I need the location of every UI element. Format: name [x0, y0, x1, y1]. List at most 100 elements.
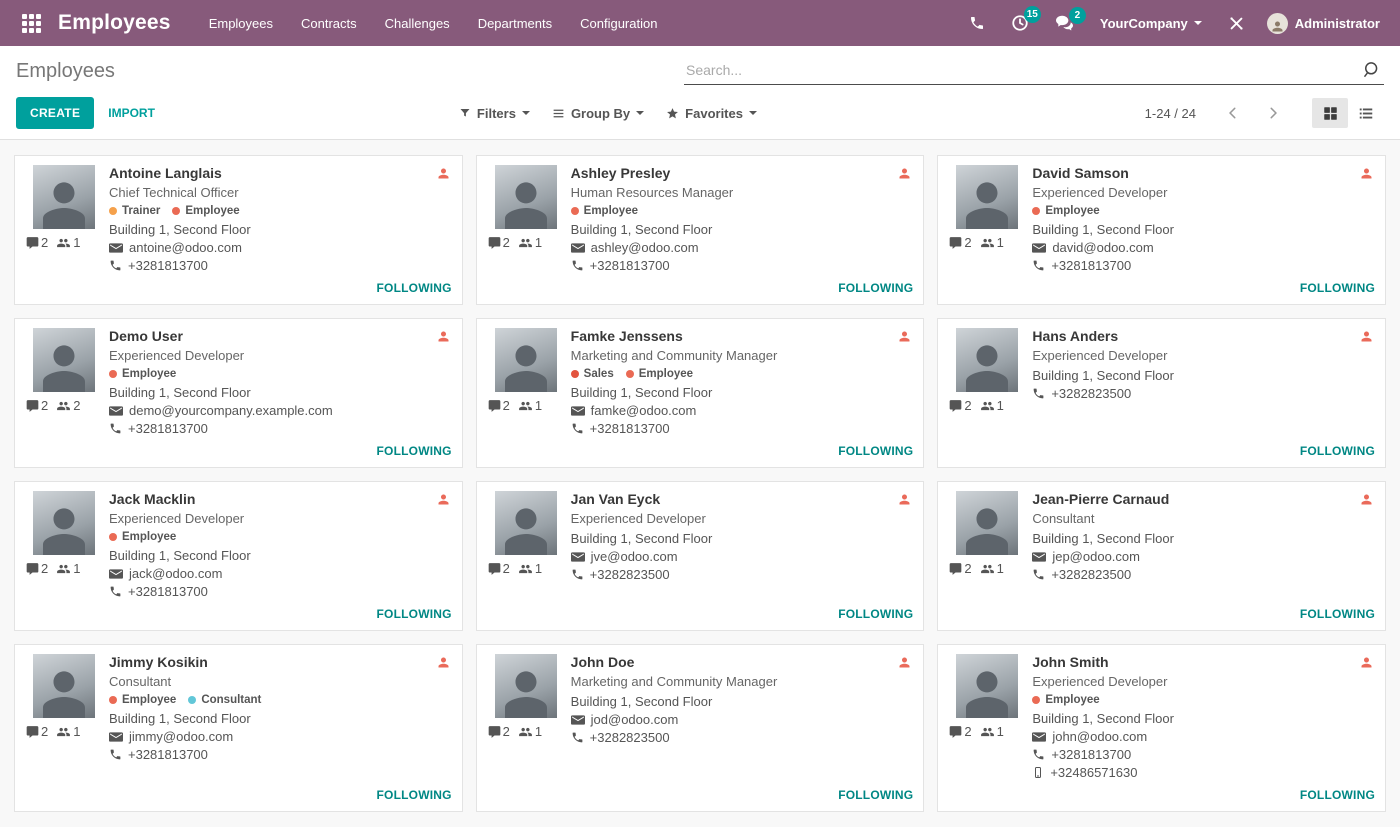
following-button[interactable]: FOLLOWING [838, 607, 913, 621]
email-address[interactable]: demo@yourcompany.example.com [129, 403, 333, 418]
employee-card[interactable]: 2 1 Jean-Pierre Carnaud Consultant [937, 481, 1386, 631]
phone-number[interactable]: +3281813700 [128, 258, 208, 273]
search-icon[interactable] [1362, 60, 1382, 80]
phone-number[interactable]: +3281813700 [128, 747, 208, 762]
company-switcher[interactable]: YourCompany [1090, 8, 1212, 39]
employee-card[interactable]: 2 1 Antoine Langlais Chief Technical Off… [14, 155, 463, 305]
hr-presence-button[interactable] [435, 654, 452, 671]
email-address[interactable]: john@odoo.com [1052, 729, 1147, 744]
voip-phone-button[interactable] [959, 7, 995, 39]
email-address[interactable]: david@odoo.com [1052, 240, 1153, 255]
following-button[interactable]: FOLLOWING [1300, 788, 1375, 802]
phone-number[interactable]: +3281813700 [1051, 747, 1131, 762]
employee-card[interactable]: 2 1 John Smith Experienced Developer Emp [937, 644, 1386, 812]
kanban-view-button[interactable] [1312, 98, 1348, 128]
messages-button[interactable]: 2 [1045, 7, 1084, 40]
menu-configuration[interactable]: Configuration [568, 2, 669, 45]
phone-number[interactable]: +3282823500 [590, 730, 670, 745]
hr-presence-button[interactable] [435, 165, 452, 182]
email-address[interactable]: antoine@odoo.com [129, 240, 242, 255]
following-button[interactable]: FOLLOWING [838, 788, 913, 802]
employee-card[interactable]: 2 1 Jack Macklin Experienced Developer E [14, 481, 463, 631]
employee-name[interactable]: John Doe [571, 654, 635, 670]
hr-presence-button[interactable] [896, 165, 913, 182]
menu-departments[interactable]: Departments [466, 2, 564, 45]
phone-number[interactable]: +3282823500 [590, 567, 670, 582]
search-input[interactable] [686, 62, 1362, 78]
employee-card[interactable]: 2 1 Hans Anders Experienced Developer [937, 318, 1386, 468]
employee-name[interactable]: Hans Anders [1032, 328, 1118, 344]
employee-name[interactable]: Famke Jenssens [571, 328, 683, 344]
pager-next-button[interactable] [1256, 102, 1290, 124]
following-button[interactable]: FOLLOWING [838, 444, 913, 458]
following-button[interactable]: FOLLOWING [377, 788, 452, 802]
app-name[interactable]: Employees [58, 11, 171, 35]
employee-name[interactable]: Antoine Langlais [109, 165, 222, 181]
following-button[interactable]: FOLLOWING [1300, 607, 1375, 621]
email-address[interactable]: ashley@odoo.com [591, 240, 699, 255]
hr-presence-button[interactable] [1358, 328, 1375, 345]
hr-presence-button[interactable] [1358, 491, 1375, 508]
phone-number[interactable]: +3281813700 [590, 258, 670, 273]
phone-number[interactable]: +3282823500 [1051, 386, 1131, 401]
email-address[interactable]: famke@odoo.com [591, 403, 697, 418]
menu-contracts[interactable]: Contracts [289, 2, 369, 45]
email-address[interactable]: jve@odoo.com [591, 549, 678, 564]
mobile-number[interactable]: +32486571630 [1050, 765, 1137, 780]
employee-name[interactable]: Jimmy Kosikin [109, 654, 208, 670]
employee-name[interactable]: Jean-Pierre Carnaud [1032, 491, 1169, 507]
phone-number[interactable]: +3281813700 [128, 421, 208, 436]
employee-card[interactable]: 2 1 Jan Van Eyck Experienced Developer [476, 481, 925, 631]
following-button[interactable]: FOLLOWING [838, 281, 913, 295]
phone-number[interactable]: +3282823500 [1051, 567, 1131, 582]
phone-row: +3281813700 [571, 421, 914, 436]
following-button[interactable]: FOLLOWING [377, 444, 452, 458]
apps-menu-icon[interactable] [14, 6, 48, 40]
employee-card[interactable]: 2 1 Jimmy Kosikin Consultant EmployeeCon [14, 644, 463, 812]
following-button[interactable]: FOLLOWING [1300, 444, 1375, 458]
pager-previous-button[interactable] [1216, 102, 1250, 124]
email-address[interactable]: jack@odoo.com [129, 566, 222, 581]
group-by-dropdown[interactable]: Group By [552, 106, 644, 121]
employee-card[interactable]: 2 2 Demo User Experienced Developer Empl [14, 318, 463, 468]
following-button[interactable]: FOLLOWING [1300, 281, 1375, 295]
email-address[interactable]: jep@odoo.com [1052, 549, 1140, 564]
employee-name[interactable]: Jack Macklin [109, 491, 195, 507]
employee-card[interactable]: 2 1 David Samson Experienced Developer E [937, 155, 1386, 305]
phone-row: +3281813700 [571, 258, 914, 273]
employee-name[interactable]: Demo User [109, 328, 183, 344]
activities-button[interactable]: 15 [1001, 6, 1039, 40]
following-button[interactable]: FOLLOWING [377, 607, 452, 621]
email-address[interactable]: jod@odoo.com [591, 712, 679, 727]
hr-presence-button[interactable] [435, 328, 452, 345]
menu-challenges[interactable]: Challenges [373, 2, 462, 45]
import-button[interactable]: IMPORT [94, 97, 169, 129]
favorites-dropdown[interactable]: Favorites [666, 106, 757, 121]
hr-presence-button[interactable] [1358, 654, 1375, 671]
menu-employees[interactable]: Employees [197, 2, 285, 45]
debug-tools-button[interactable] [1218, 7, 1255, 40]
employee-name[interactable]: Ashley Presley [571, 165, 671, 181]
employee-name[interactable]: Jan Van Eyck [571, 491, 661, 507]
email-address[interactable]: jimmy@odoo.com [129, 729, 233, 744]
employee-name[interactable]: David Samson [1032, 165, 1128, 181]
filters-dropdown[interactable]: Filters [459, 106, 530, 121]
phone-number[interactable]: +3281813700 [590, 421, 670, 436]
tag: Employee [109, 694, 176, 706]
hr-presence-button[interactable] [1358, 165, 1375, 182]
following-button[interactable]: FOLLOWING [377, 281, 452, 295]
employee-card[interactable]: 2 1 John Doe Marketing and Community Man… [476, 644, 925, 812]
hr-presence-button[interactable] [896, 491, 913, 508]
hr-presence-button[interactable] [896, 328, 913, 345]
hr-presence-button[interactable] [896, 654, 913, 671]
employee-name[interactable]: John Smith [1032, 654, 1108, 670]
hr-presence-button[interactable] [435, 491, 452, 508]
list-view-button[interactable] [1348, 98, 1384, 128]
create-button[interactable]: CREATE [16, 97, 94, 129]
user-menu[interactable]: Administrator [1261, 7, 1386, 40]
phone-number[interactable]: +3281813700 [128, 584, 208, 599]
breadcrumb[interactable]: Employees [16, 60, 115, 83]
employee-card[interactable]: 2 1 Famke Jenssens Marketing and Communi… [476, 318, 925, 468]
employee-card[interactable]: 2 1 Ashley Presley Human Resources Manag… [476, 155, 925, 305]
phone-number[interactable]: +3281813700 [1051, 258, 1131, 273]
